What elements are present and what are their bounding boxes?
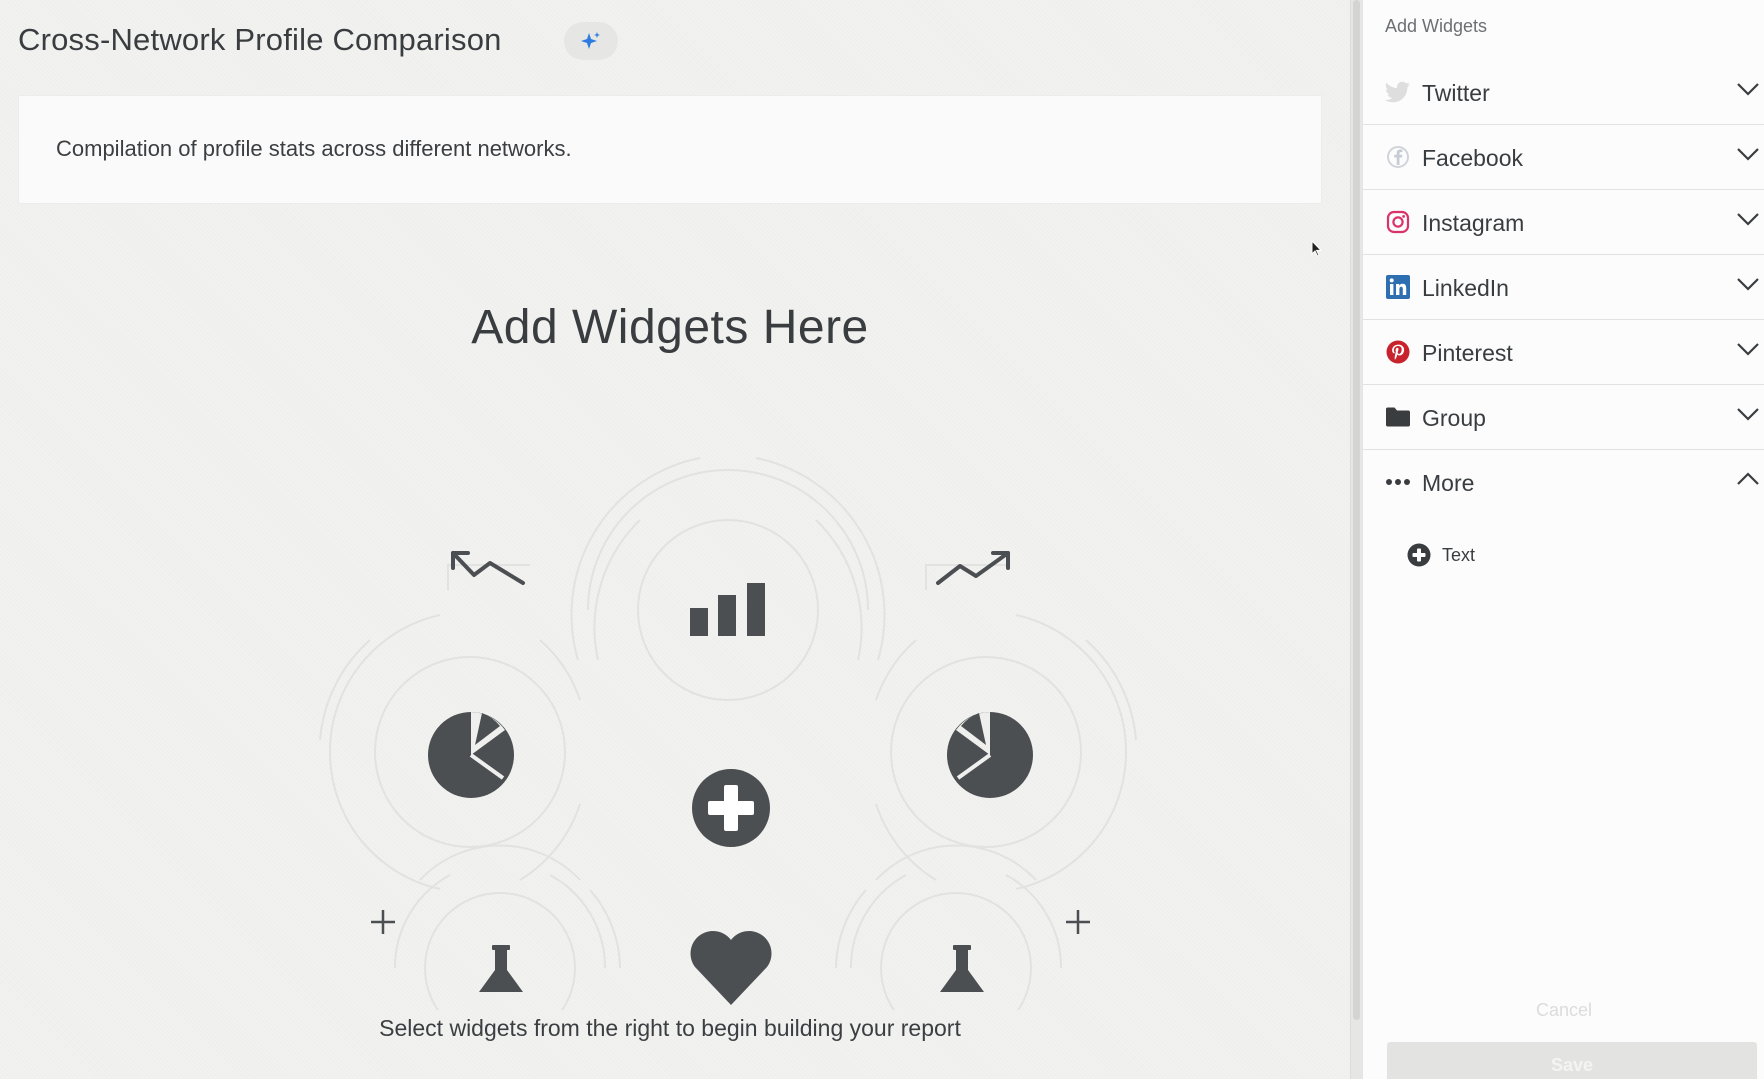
trend-down-icon bbox=[451, 551, 525, 585]
empty-state-subtitle: Select widgets from the right to begin b… bbox=[379, 1015, 961, 1041]
instagram-icon bbox=[1385, 209, 1411, 235]
mouse-pointer-icon bbox=[1311, 240, 1323, 257]
report-canvas: Cross-Network Profile Comparison Compila… bbox=[0, 0, 1350, 1079]
canvas-scrollbar[interactable] bbox=[1350, 0, 1362, 1079]
category-label: Twitter bbox=[1422, 80, 1490, 106]
category-label: Facebook bbox=[1422, 145, 1524, 171]
category-label: Pinterest bbox=[1422, 340, 1513, 366]
category-twitter[interactable]: Twitter bbox=[1363, 60, 1764, 125]
panel-heading: Add Widgets bbox=[1385, 16, 1488, 36]
save-button[interactable]: Save bbox=[1387, 1042, 1757, 1079]
add-widgets-panel: Add Widgets Twitter Facebook Instagram L… bbox=[1362, 0, 1764, 1079]
category-instagram[interactable]: Instagram bbox=[1363, 190, 1764, 255]
widget-text[interactable]: Text bbox=[1407, 540, 1475, 570]
category-label: Group bbox=[1422, 405, 1486, 431]
cancel-button[interactable]: Cancel bbox=[1363, 1000, 1764, 1021]
bar-chart-icon bbox=[690, 583, 765, 636]
category-label: Instagram bbox=[1422, 210, 1525, 236]
folder-icon bbox=[1385, 404, 1411, 430]
category-pinterest[interactable]: Pinterest bbox=[1363, 320, 1764, 385]
pie-chart-icon bbox=[428, 712, 514, 798]
trend-up-icon bbox=[936, 551, 1010, 585]
facebook-icon bbox=[1385, 144, 1411, 170]
add-icon bbox=[692, 769, 770, 847]
chevron-down-icon bbox=[1737, 148, 1759, 161]
chevron-down-icon bbox=[1737, 408, 1759, 421]
category-label: LinkedIn bbox=[1422, 275, 1509, 301]
widget-category-list: Twitter Facebook Instagram LinkedIn Pint… bbox=[1363, 60, 1764, 515]
pinterest-icon bbox=[1385, 339, 1411, 365]
category-linkedin[interactable]: LinkedIn bbox=[1363, 255, 1764, 320]
flask-icon bbox=[479, 945, 523, 992]
add-circle-icon bbox=[1407, 543, 1431, 567]
category-group[interactable]: Group bbox=[1363, 385, 1764, 450]
flask-icon bbox=[940, 945, 984, 992]
chevron-down-icon bbox=[1737, 83, 1759, 96]
twitter-icon bbox=[1385, 79, 1411, 105]
pie-chart-icon bbox=[947, 712, 1033, 798]
heart-icon bbox=[690, 931, 772, 1005]
category-label: More bbox=[1422, 470, 1475, 496]
category-facebook[interactable]: Facebook bbox=[1363, 125, 1764, 190]
linkedin-icon bbox=[1385, 274, 1411, 300]
widget-text-label: Text bbox=[1442, 544, 1476, 565]
chevron-down-icon bbox=[1737, 213, 1759, 226]
more-icon bbox=[1385, 469, 1411, 495]
chevron-down-icon bbox=[1737, 278, 1759, 291]
plus-icon bbox=[371, 910, 395, 934]
chevron-down-icon bbox=[1737, 343, 1759, 356]
category-more[interactable]: More bbox=[1363, 450, 1764, 515]
chevron-up-icon bbox=[1737, 472, 1759, 485]
empty-state-illustration bbox=[319, 457, 1137, 1010]
plus-icon bbox=[1066, 910, 1090, 934]
canvas-scrollbar-thumb[interactable] bbox=[1353, 0, 1360, 1020]
